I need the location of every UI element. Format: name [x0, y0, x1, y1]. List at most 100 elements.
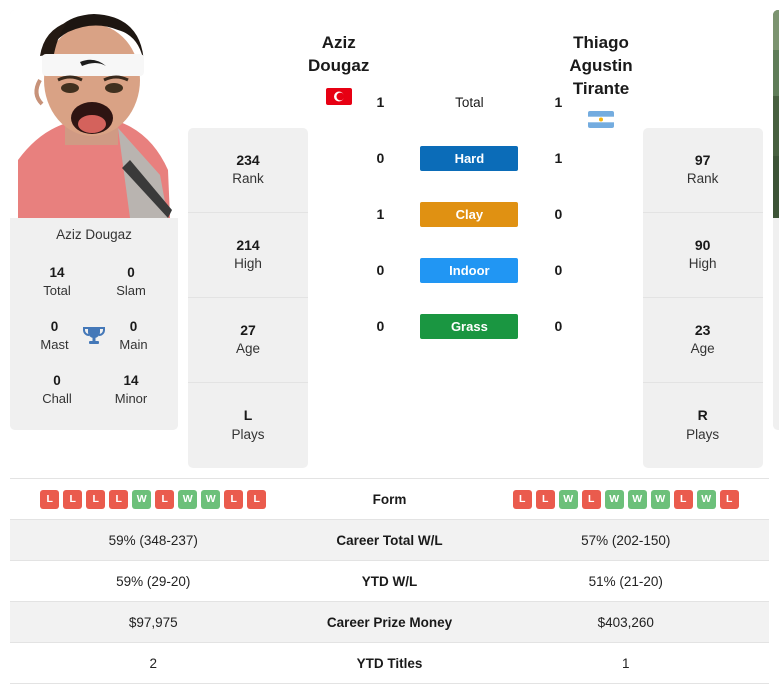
titles-row: 0 Chall 14 Minor — [20, 363, 168, 417]
value: 14 — [123, 372, 139, 388]
form-badge[interactable]: W — [201, 489, 221, 509]
left-player-flag-wrap — [325, 87, 352, 105]
surface-row-total: 1 Total 1 — [369, 74, 569, 130]
label: High — [688, 256, 717, 272]
value: 27 — [240, 321, 256, 338]
table-row-career-total-wl: 59% (348-237) Career Total W/L 57% (202-… — [10, 520, 769, 561]
right-score: 1 — [554, 150, 563, 166]
label: Rank — [232, 171, 264, 187]
label: Plays — [231, 426, 265, 442]
right-score: 0 — [554, 262, 563, 278]
left-player-photo-caption: Aziz Dougaz — [10, 218, 178, 253]
form-badge[interactable]: L — [155, 489, 175, 509]
right-player-name-column: Thiago Agustin Tirante — [569, 10, 633, 128]
left-score: 1 — [376, 94, 385, 110]
form-badge[interactable]: L — [109, 489, 129, 509]
table-row-career-prize-money: $97,975 Career Prize Money $403,260 — [10, 602, 769, 643]
trophy-icon — [81, 323, 107, 349]
row-label: YTD W/L — [361, 573, 418, 589]
form-badge[interactable]: W — [696, 489, 716, 509]
left-titles-slam: 0 Slam — [102, 264, 160, 300]
label: Age — [235, 341, 261, 357]
form-badge[interactable]: L — [535, 489, 555, 509]
form-badge[interactable]: W — [627, 489, 647, 509]
left-score: 0 — [376, 262, 385, 278]
right-info-age: 23 Age — [642, 298, 763, 383]
left-value: $97,975 — [128, 614, 178, 630]
label: Plays — [686, 426, 720, 442]
left-player-name: Aziz Dougaz — [308, 33, 370, 75]
form-badge[interactable]: L — [40, 489, 60, 509]
label: High — [234, 256, 262, 272]
right-value: LLWLWWWLWL — [483, 489, 770, 509]
right-value: 51% (21-20) — [588, 573, 663, 589]
form-badge[interactable]: L — [86, 489, 106, 509]
surface-h2h-list: 1 Total 1 0 Hard 1 1 Clay 0 0 Indoor 0 0… — [369, 74, 569, 354]
value: 90 — [694, 236, 711, 253]
surface-row-indoor: 0 Indoor 0 — [369, 242, 569, 298]
form-badge[interactable]: W — [178, 489, 198, 509]
surface-label-grass[interactable]: Grass — [420, 313, 519, 339]
right-player-info-card: 97 Rank 90 High 23 Age R Plays — [642, 128, 763, 468]
left-titles-chall: 0 Chall — [28, 372, 86, 408]
left-score: 1 — [376, 206, 385, 222]
right-info-rank: 97 Rank — [642, 128, 763, 213]
right-score: 0 — [554, 318, 563, 334]
form-badge[interactable]: L — [224, 489, 244, 509]
surface-label-hard[interactable]: Hard — [420, 145, 519, 171]
head-to-head-page: Aziz Dougaz 14 Total 0 Slam 0 Mast 0 Mai… — [0, 0, 779, 699]
form-badge[interactable]: W — [558, 489, 578, 509]
right-info-high: 90 High — [642, 213, 763, 298]
row-label: Career Total W/L — [336, 532, 443, 548]
form-badge[interactable]: L — [673, 489, 693, 509]
form-badge[interactable]: W — [650, 489, 670, 509]
left-score: 0 — [376, 150, 385, 166]
left-form-strip: LLLLWLWWLL — [40, 489, 267, 509]
left-value: 59% (29-20) — [116, 573, 191, 589]
left-titles-minor: 14 Minor — [102, 372, 160, 408]
value: L — [243, 407, 253, 424]
right-player-photo — [772, 10, 779, 218]
surface-label-clay[interactable]: Clay — [420, 201, 519, 227]
right-player-photo-caption: Thiago Agustin Tirante — [772, 218, 779, 253]
right-form-strip: LLWLWWWLWL — [512, 489, 739, 509]
left-value: 59% (348-237) — [108, 532, 198, 548]
form-badge[interactable]: W — [604, 489, 624, 509]
form-badge[interactable]: L — [512, 489, 532, 509]
label: Chall — [42, 390, 72, 406]
comparison-table: LLLLWLWWLL Form LLWLWWWLWL 59% (348-237)… — [10, 478, 769, 684]
value: 234 — [236, 151, 260, 168]
label: Main — [119, 336, 148, 352]
value: 0 — [53, 372, 61, 388]
titles-row: 14 Total 0 Slam — [20, 255, 168, 309]
right-player-info-column: 97 Rank 90 High 23 Age R Plays — [642, 128, 763, 468]
right-player-name: Thiago Agustin Tirante — [569, 33, 633, 98]
right-player-titles: 5 Total 0 Slam 0 Mast — [772, 253, 779, 431]
surface-label-indoor[interactable]: Indoor — [420, 257, 519, 283]
label: Slam — [116, 283, 146, 299]
value: 23 — [694, 321, 711, 338]
surface-row-hard: 0 Hard 1 — [369, 130, 569, 186]
form-badge[interactable]: L — [581, 489, 601, 509]
value: 0 — [50, 318, 59, 334]
player-comparison-header: Aziz Dougaz 14 Total 0 Slam 0 Mast 0 Mai… — [0, 0, 779, 470]
form-badge[interactable]: W — [132, 489, 152, 509]
value: 97 — [694, 151, 711, 168]
value: R — [697, 407, 708, 424]
surface-row-clay: 1 Clay 0 — [369, 186, 569, 242]
left-player-name-column: Aziz Dougaz — [308, 10, 369, 105]
left-player-column: Aziz Dougaz 14 Total 0 Slam 0 Mast 0 Mai… — [10, 10, 178, 431]
table-row-form: LLLLWLWWLL Form LLWLWWWLWL — [10, 479, 769, 520]
label: Mast — [40, 336, 69, 352]
left-info-age: 27 Age — [188, 298, 308, 383]
label: Rank — [686, 171, 719, 187]
flag-argentina-icon — [588, 110, 614, 128]
right-value: 1 — [621, 655, 630, 671]
table-row-ytd-wl: 59% (29-20) YTD W/L 51% (21-20) — [10, 561, 769, 602]
left-value: LLLLWLWWLL — [10, 489, 297, 509]
left-info-rank: 234 Rank — [188, 128, 308, 213]
left-info-high: 214 High — [188, 213, 308, 298]
form-badge[interactable]: L — [247, 489, 267, 509]
form-badge[interactable]: L — [63, 489, 83, 509]
form-badge[interactable]: L — [719, 489, 739, 509]
